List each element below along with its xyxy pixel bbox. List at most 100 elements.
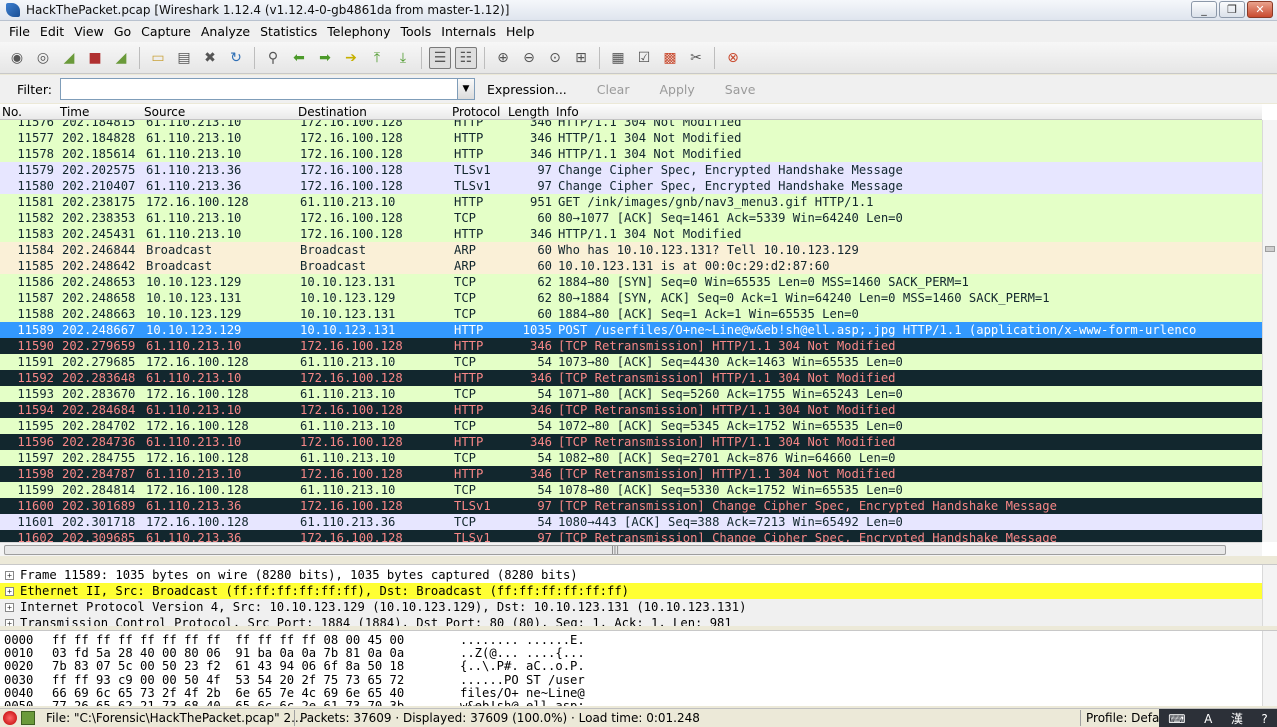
packet-row[interactable]: 11583 202.245431 61.110.213.10 172.16.100.1… [0,226,1262,242]
column-header-protocol[interactable]: Protocol [452,105,500,119]
packet-row[interactable]: 11589 202.248667 10.10.123.129 10.10.123.13… [0,322,1262,338]
save-file-icon[interactable]: ▤ [173,47,195,69]
coloring-rules-icon[interactable]: ▩ [659,47,681,69]
packet-row[interactable]: 11587 202.248658 10.10.123.131 10.10.123.12… [0,290,1262,306]
packet-row[interactable]: 11595 202.284702 172.16.100.128 61.110.213.… [0,418,1262,434]
column-header-time[interactable]: Time [60,105,89,119]
details-vertical-scrollbar[interactable] [1262,565,1277,626]
expert-info-icon[interactable] [3,711,17,725]
menu-tools[interactable]: Tools [395,24,436,39]
apply-button[interactable]: Apply [659,82,694,97]
capture-filters-icon[interactable]: ▦ [607,47,629,69]
menu-analyze[interactable]: Analyze [196,24,255,39]
packet-row[interactable]: 11582 202.238353 61.110.213.10 172.16.100.1… [0,210,1262,226]
interfaces-icon[interactable]: ◉ [6,47,28,69]
resize-columns-icon[interactable]: ⊞ [570,47,592,69]
keyboard-icon[interactable]: ⌨ [1168,712,1185,726]
packet-row[interactable]: 11590 202.279659 61.110.213.10 172.16.100.1… [0,338,1262,354]
detail-tree-row[interactable]: + Ethernet II, Src: Broadcast (ff:ff:ff:f… [0,583,1262,599]
packet-row[interactable]: 11594 202.284684 61.110.213.10 172.16.100.1… [0,402,1262,418]
display-filters-icon[interactable]: ☑ [633,47,655,69]
packet-list-vertical-scrollbar[interactable] [1262,120,1277,542]
column-header-length[interactable]: Length [508,105,549,119]
menu-file[interactable]: File [4,24,35,39]
close-button[interactable]: ✕ [1247,1,1273,18]
packet-row[interactable]: 11597 202.284755 172.16.100.128 61.110.213.… [0,450,1262,466]
packet-row[interactable]: 11585 202.248642 Broadcast Broadcast ARP 60 10… [0,258,1262,274]
bytes-vertical-scrollbar[interactable] [1262,631,1277,706]
menu-capture[interactable]: Capture [136,24,196,39]
expand-icon[interactable]: + [5,603,14,612]
packet-list-horizontal-scrollbar[interactable]: ||| [0,542,1262,556]
column-header-destination[interactable]: Destination [298,105,367,119]
packet-row[interactable]: 11581 202.238175 172.16.100.128 61.110.213.… [0,194,1262,210]
reload-icon[interactable]: ↻ [225,47,247,69]
go-forward-icon[interactable]: ➡ [314,47,336,69]
restart-capture-icon[interactable]: ◢ [110,47,132,69]
expand-icon[interactable]: + [5,587,14,596]
go-back-icon[interactable]: ⬅ [288,47,310,69]
hanja-mode-label[interactable]: 漢 [1231,710,1243,727]
detail-tree-row[interactable]: + Transmission Control Protocol, Src Port… [0,615,1262,626]
first-packet-icon[interactable]: ⤒ [366,47,388,69]
zoom-out-icon[interactable]: ⊖ [518,47,540,69]
menu-internals[interactable]: Internals [436,24,501,39]
hex-bytes[interactable]: 77 26 65 62 21 73 68 40 65 6c 6c 2e 61 7… [52,699,404,706]
packet-row[interactable]: 11578 202.185614 61.110.213.10 172.16.100.1… [0,146,1262,162]
packet-row[interactable]: 11592 202.283648 61.110.213.10 172.16.100.1… [0,370,1262,386]
open-file-icon[interactable]: ▭ [147,47,169,69]
scrollbar-thumb[interactable] [1265,246,1275,252]
colorize-icon[interactable]: ☰ [429,46,451,69]
go-to-packet-icon[interactable]: ➔ [340,47,362,69]
hex-offset[interactable]: 0050 [4,699,33,706]
expand-icon[interactable]: + [5,619,14,626]
expand-icon[interactable]: + [5,571,14,580]
capture-comments-icon[interactable] [21,711,35,725]
ime-help-icon[interactable]: ? [1261,712,1267,726]
column-header-no[interactable]: No. [2,105,22,119]
packet-row[interactable]: 11601 202.301718 172.16.100.128 61.110.213.… [0,514,1262,530]
packet-row[interactable]: 11577 202.184828 61.110.213.10 172.16.100.1… [0,130,1262,146]
menu-view[interactable]: View [69,24,109,39]
packet-row[interactable]: 11584 202.246844 Broadcast Broadcast ARP 60 Wh… [0,242,1262,258]
zoom-in-icon[interactable]: ⊕ [492,47,514,69]
packet-row[interactable]: 11599 202.284814 172.16.100.128 61.110.213.… [0,482,1262,498]
capture-options-icon[interactable]: ◎ [32,47,54,69]
packet-row[interactable]: 11588 202.248663 10.10.123.129 10.10.123.13… [0,306,1262,322]
filter-history-dropdown[interactable]: ▼ [458,78,475,100]
packet-row[interactable]: 11593 202.283670 172.16.100.128 61.110.213.… [0,386,1262,402]
menu-statistics[interactable]: Statistics [255,24,322,39]
packet-row[interactable]: 11600 202.301689 61.110.213.36 172.16.100.1… [0,498,1262,514]
packet-row[interactable]: 11579 202.202575 61.110.213.36 172.16.100.1… [0,162,1262,178]
packet-row[interactable]: 11591 202.279685 172.16.100.128 61.110.213.… [0,354,1262,370]
detail-tree-row[interactable]: + Frame 11589: 1035 bytes on wire (8280 b… [0,567,1262,583]
menu-help[interactable]: Help [501,24,540,39]
detail-tree-row[interactable]: + Internet Protocol Version 4, Src: 10.10… [0,599,1262,615]
menu-edit[interactable]: Edit [35,24,69,39]
column-header-info[interactable]: Info [556,105,579,119]
menu-telephony[interactable]: Telephony [322,24,395,39]
packet-row[interactable]: 11586 202.248653 10.10.123.129 10.10.123.13… [0,274,1262,290]
help-icon[interactable]: ⊗ [722,47,744,69]
packet-row[interactable]: 11580 202.210407 61.110.213.36 172.16.100.1… [0,178,1262,194]
column-header-source[interactable]: Source [144,105,185,119]
ime-mode-label[interactable]: A [1204,712,1212,726]
hex-ascii[interactable]: w&eb!sh@ ell.asp; [460,699,585,706]
preferences-icon[interactable]: ✂ [685,47,707,69]
auto-scroll-icon[interactable]: ☷ [455,46,477,69]
minimize-button[interactable]: _ [1191,1,1217,18]
expression-button[interactable]: Expression... [487,82,567,97]
packet-row[interactable]: 11596 202.284736 61.110.213.10 172.16.100.1… [0,434,1262,450]
packet-row[interactable]: 11576 202.184815 61.110.213.10 172.16.100.1… [0,120,1262,130]
menu-go[interactable]: Go [109,24,136,39]
packet-row[interactable]: 11602 202.309685 61.110.213.36 172.16.100.1… [0,530,1262,542]
start-capture-icon[interactable]: ◢ [58,47,80,69]
stop-capture-icon[interactable]: ■ [84,47,106,69]
zoom-normal-icon[interactable]: ⊙ [544,47,566,69]
display-filter-input[interactable] [60,78,458,100]
packet-row[interactable]: 11598 202.284787 61.110.213.10 172.16.100.1… [0,466,1262,482]
scrollbar-thumb[interactable]: ||| [4,545,1226,555]
maximize-button[interactable]: ❐ [1219,1,1245,18]
save-filter-button[interactable]: Save [725,82,756,97]
clear-button[interactable]: Clear [597,82,630,97]
